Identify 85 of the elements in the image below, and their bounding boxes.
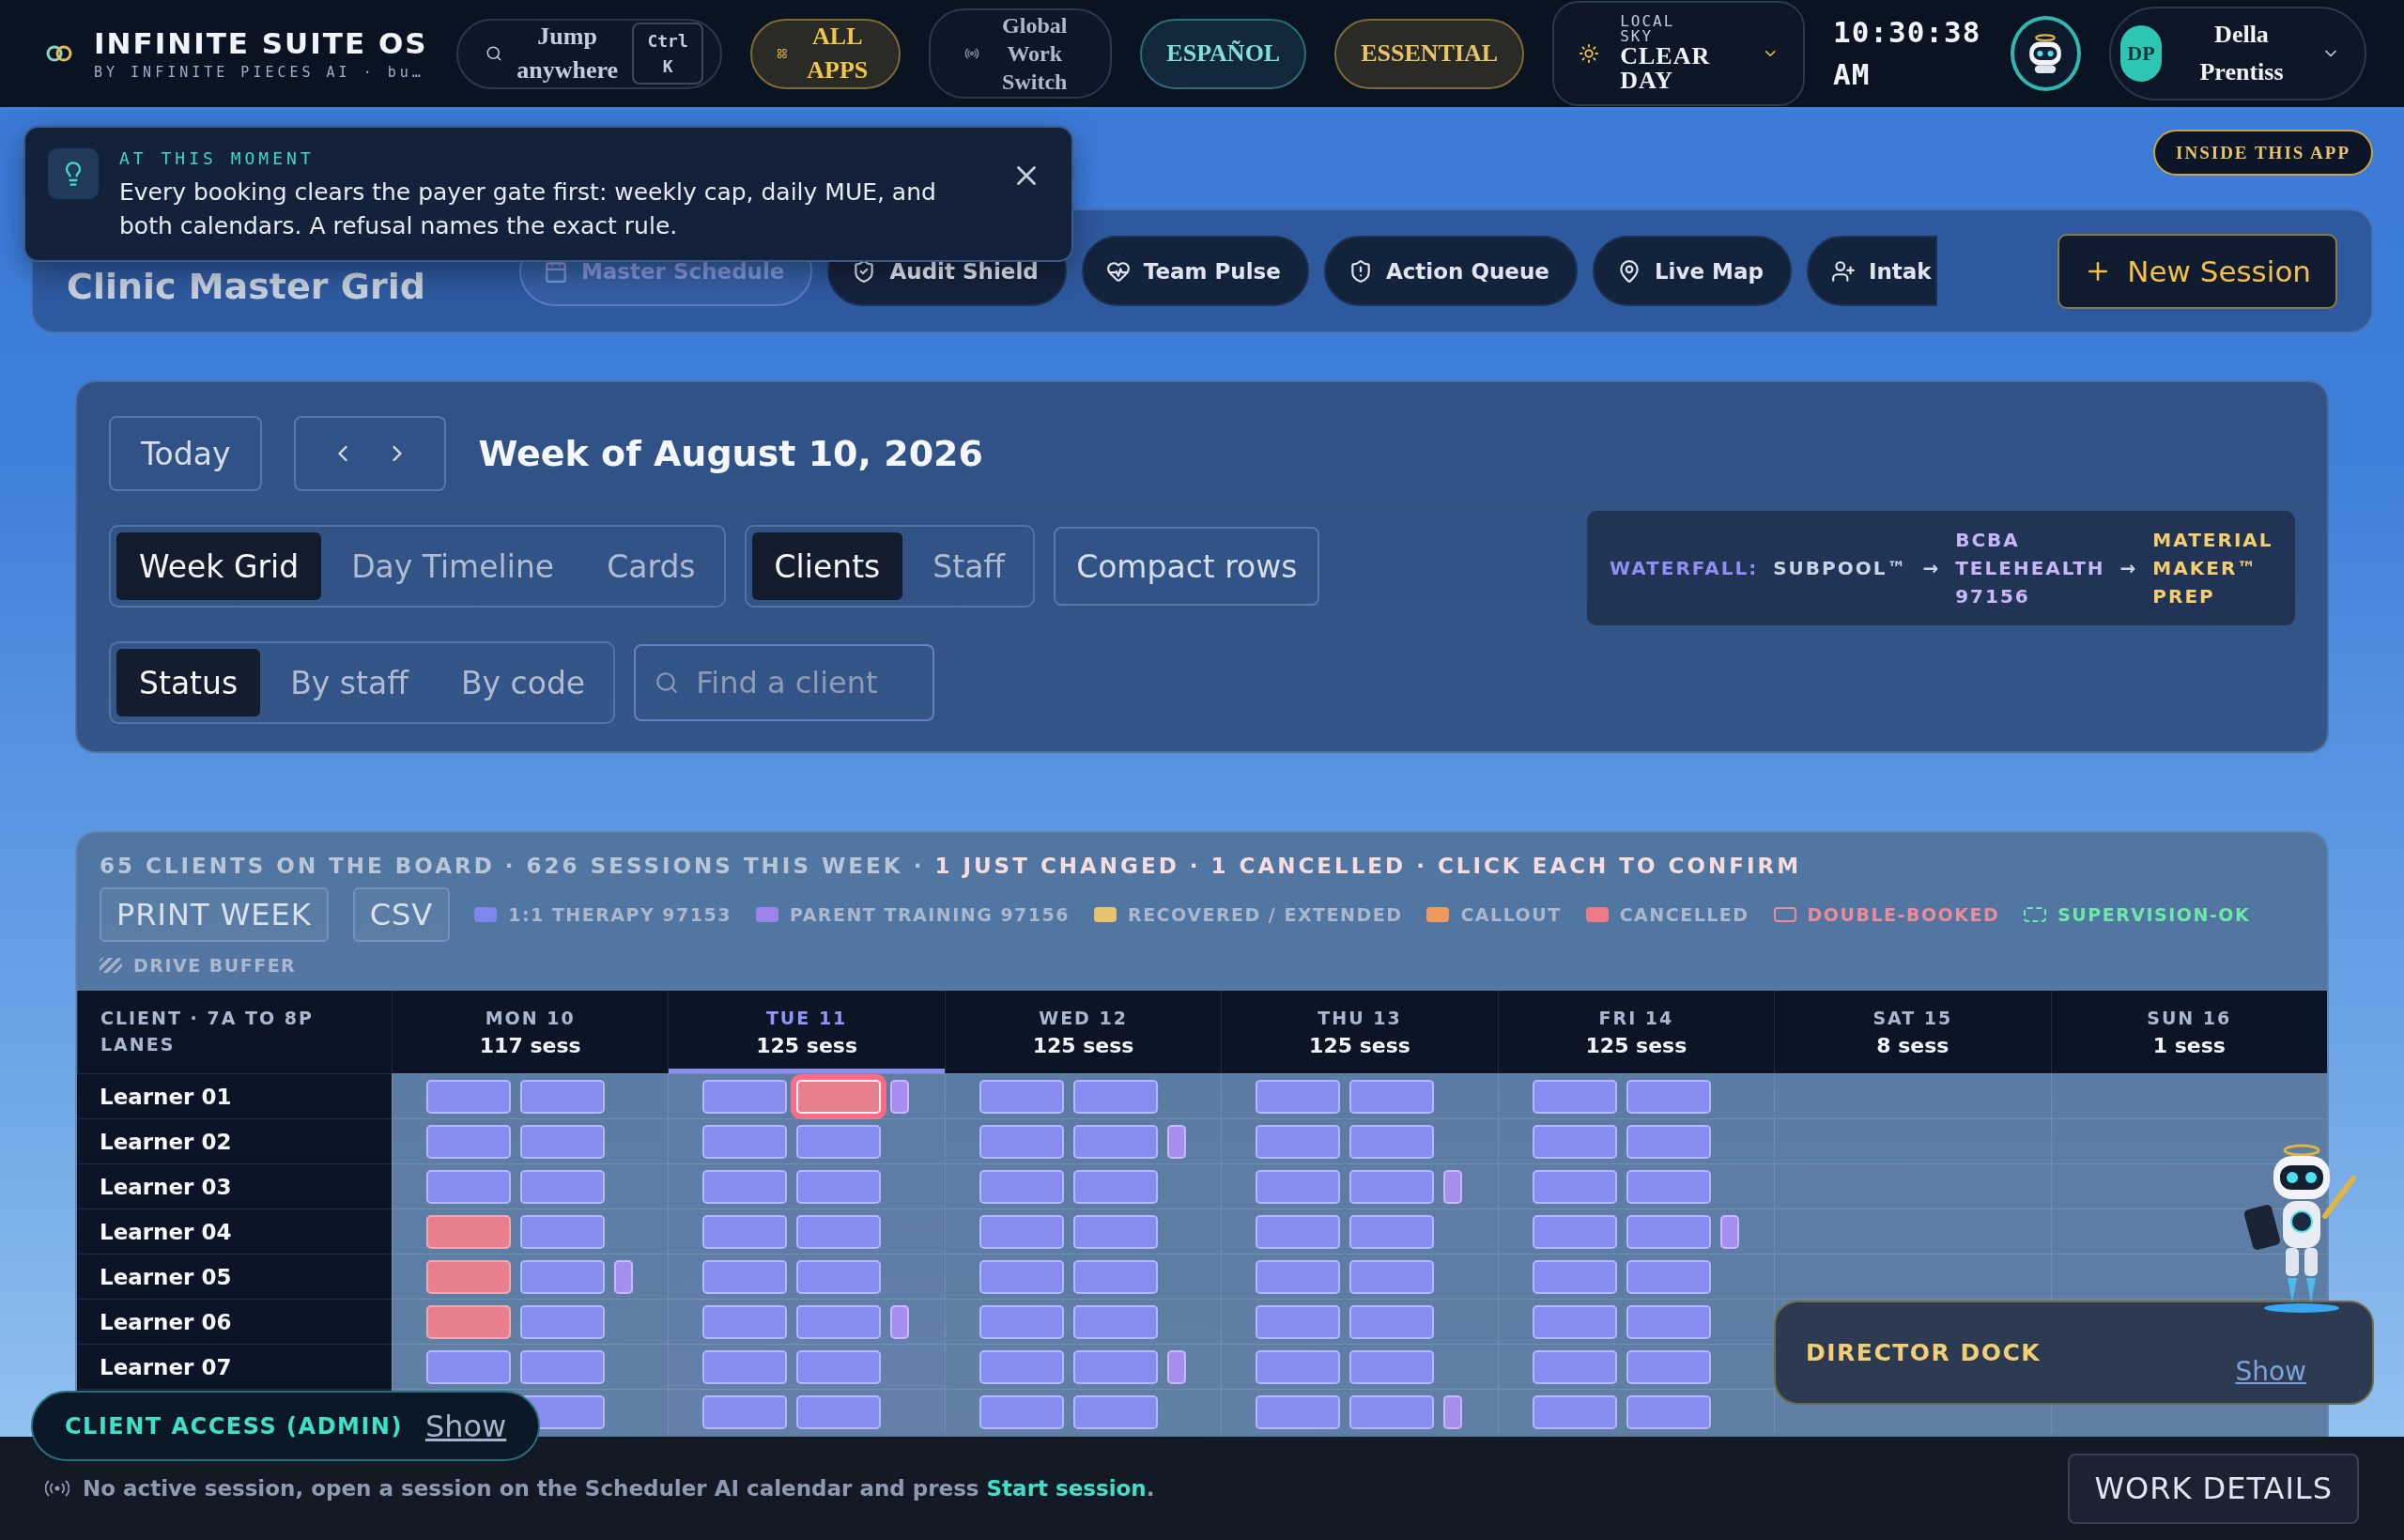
grouping-tab[interactable]: Status	[116, 649, 261, 716]
linked-rings-logo-icon	[45, 44, 73, 63]
audience-tab[interactable]: Staff	[910, 532, 1028, 600]
view-tab[interactable]: Cards	[584, 532, 718, 600]
day-header[interactable]: SUN 16 1 sess	[2050, 991, 2327, 1073]
broadcast-icon	[963, 46, 979, 61]
legend-label: RECOVERED / EXTENDED	[1128, 904, 1403, 925]
legend-label: SUPERVISION-OK	[2057, 904, 2251, 925]
clock: 10:30:38 AM	[1833, 14, 1982, 93]
start-session-link[interactable]: Start session	[986, 1476, 1147, 1501]
nav-tab[interactable]: Live Map	[1592, 236, 1792, 306]
search-field[interactable]: Find a client	[634, 644, 935, 721]
jump-search-button[interactable]: Jump anywhere Ctrl K	[455, 18, 722, 89]
client-name: Learner 06	[100, 1309, 232, 1334]
tip-eyebrow: AT THIS MOMENT	[119, 148, 316, 168]
day-header[interactable]: WED 12 125 sess	[944, 991, 1222, 1073]
nav-icon	[1830, 258, 1856, 284]
waterfall-step: BCBA TELEHEALTH 97156	[1955, 526, 2105, 610]
legend-label: DRIVE BUFFER	[133, 955, 297, 976]
search-icon	[655, 670, 680, 695]
all-apps-button[interactable]: ALL APPS	[749, 18, 902, 89]
narrow-session-block[interactable]	[1166, 1124, 1186, 1159]
compact-rows-button[interactable]: Compact rows	[1054, 527, 1320, 606]
nav-tab[interactable]: Intak	[1806, 236, 1937, 306]
today-button[interactable]: Today	[109, 416, 263, 491]
session-status: No active session, open a session on the Scheduler AI calendar and press Start session.	[83, 1476, 1156, 1501]
week-title: Week of August 10, 2026	[478, 433, 983, 474]
legend-label: CANCELLED	[1619, 904, 1749, 925]
brand-subtitle: BY INFINITE PIECES AI · bu…	[94, 64, 425, 81]
client-name: Learner 03	[100, 1174, 232, 1199]
user-avatar: DP	[2120, 25, 2162, 82]
arrow-icon: →	[2119, 557, 2138, 579]
legend-label: CALLOUT	[1460, 904, 1562, 925]
day-header[interactable]: THU 13 125 sess	[1221, 991, 1498, 1073]
waterfall-label: WATERFALL:	[1610, 557, 1759, 579]
week-pager[interactable]	[294, 416, 447, 491]
column-header: CLIENT · 7A TO 8P LANES	[100, 1007, 315, 1056]
client-name: Learner 04	[100, 1219, 232, 1244]
grouping-tab[interactable]: By code	[438, 649, 609, 716]
legend-label: DOUBLE-BOOKED	[1807, 904, 2000, 925]
narrow-session-block[interactable]	[1443, 1169, 1463, 1204]
legend-label: 1:1 THERAPY 97153	[508, 904, 732, 925]
audience-tab[interactable]: Clients	[751, 532, 903, 600]
narrow-session-block[interactable]	[1719, 1214, 1739, 1249]
broadcast-icon	[45, 1479, 69, 1498]
nav-tab[interactable]: Action Queue	[1323, 236, 1578, 306]
work-details-button[interactable]: WORK DETAILS	[2068, 1453, 2359, 1524]
weather-dropdown[interactable]: LOCAL SKY CLEAR DAY	[1552, 1, 1806, 106]
client-name: Learner 07	[100, 1354, 232, 1379]
narrow-session-block[interactable]	[890, 1079, 910, 1114]
day-header[interactable]: MON 10 117 sess	[392, 991, 669, 1073]
plan-button[interactable]: ESSENTIAL	[1334, 18, 1525, 89]
sun-icon	[1579, 42, 1600, 65]
nav-tab[interactable]: Team Pulse	[1081, 236, 1309, 306]
arrow-icon: →	[1922, 557, 1941, 579]
client-access-label: CLIENT ACCESS (ADMIN)	[65, 1412, 403, 1440]
narrow-session-block[interactable]	[1443, 1394, 1463, 1429]
view-tab[interactable]: Week Grid	[116, 532, 322, 600]
narrow-session-block[interactable]	[1166, 1349, 1186, 1384]
view-tab[interactable]: Day Timeline	[329, 532, 578, 600]
narrow-session-block[interactable]	[614, 1259, 633, 1294]
day-header[interactable]: SAT 15 8 sess	[1774, 991, 2051, 1073]
waterfall-step: MATERIAL MAKER™ PREP	[2152, 526, 2273, 610]
brand-title: INFINITE SUITE OS	[94, 26, 428, 60]
client-name: Learner 02	[100, 1129, 232, 1154]
language-button[interactable]: ESPAÑOL	[1140, 18, 1307, 89]
keyboard-shortcut: Ctrl K	[632, 23, 704, 85]
search-icon	[485, 45, 503, 62]
client-name: Learner 05	[100, 1264, 232, 1289]
new-session-button[interactable]: New Session	[2057, 233, 2337, 309]
page-title: Clinic Master Grid	[67, 266, 425, 307]
day-header[interactable]: TUE 11 125 sess	[668, 991, 945, 1073]
legend-label: PARENT TRAINING 97156	[789, 904, 1070, 925]
waterfall-step: SUBPOOL™	[1773, 554, 1908, 582]
grouping-tab[interactable]: By staff	[268, 649, 431, 716]
inside-app-badge: INSIDE THIS APP	[2153, 130, 2373, 176]
narrow-session-block[interactable]	[890, 1304, 910, 1339]
user-menu-button[interactable]: DP Della Prentiss	[2109, 7, 2366, 100]
work-switch-button[interactable]: Global Work Switch	[929, 8, 1113, 99]
show-link[interactable]: Show	[424, 1408, 507, 1444]
board-summary: 65 CLIENTS ON THE BOARD · 626 SESSIONS THIS WEEK · 1 JUST CHANGED · 1 CANCELLED · CLICK EACH TO CONFIRM	[100, 854, 1803, 878]
client-name: Learner 01	[100, 1084, 232, 1109]
director-dock-title: DIRECTOR DOCK	[1806, 1339, 2042, 1366]
day-header[interactable]: FRI 14 125 sess	[1497, 991, 1775, 1073]
show-link[interactable]: Show	[2235, 1356, 2306, 1387]
